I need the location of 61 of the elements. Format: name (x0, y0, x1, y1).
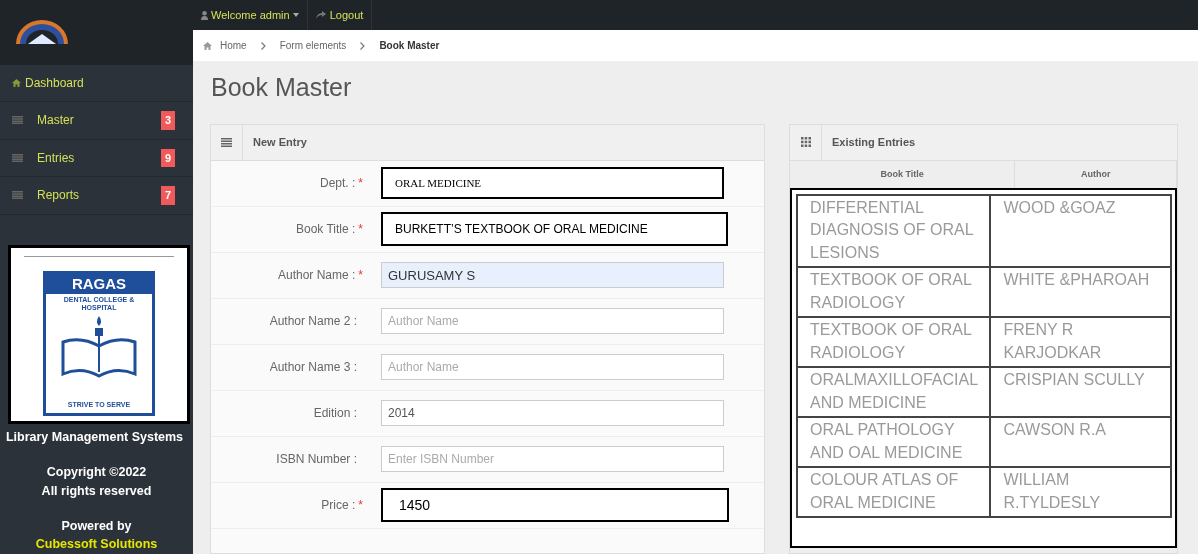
input-field[interactable]: Enter ISBN Number (381, 446, 724, 473)
table-cell: FRENY R KARJODKAR (990, 317, 1171, 368)
share-arrow-icon (315, 11, 326, 20)
vendor-link[interactable]: Cubessoft Solutions (0, 535, 193, 554)
input-field[interactable]: Author Name (381, 354, 724, 381)
sidebar-item[interactable]: Master 3 (0, 102, 193, 140)
input-field[interactable]: 2014 (381, 400, 724, 427)
table-cell: WOOD &GOAZ (990, 195, 1171, 268)
field-label: Author Name 3 : (268, 359, 358, 377)
table-cell: WILLIAM R.TYLDESLY (990, 467, 1171, 518)
field-label: Edition : (312, 405, 358, 423)
table-cell: CRISPIAN SCULLY (990, 367, 1171, 418)
user-icon (201, 10, 208, 20)
chevron-icon (260, 41, 266, 50)
table-cell: TEXTBOOK OF ORAL RADIOLOGY (797, 267, 991, 318)
panel-title: Existing Entries (831, 135, 916, 151)
powered-by-text: Powered by (60, 517, 133, 535)
list-icon (12, 191, 23, 200)
table-cell: COLOUR ATLAS OF ORAL MEDICINE (797, 467, 991, 518)
count-badge: 3 (160, 111, 175, 130)
field-label: Book Title : * (294, 221, 364, 239)
app-name: Library Management Systems (4, 429, 185, 447)
count-badge: 7 (160, 186, 175, 205)
list-icon (221, 138, 232, 147)
logo-icon (14, 18, 70, 47)
field-label: Price : * (320, 497, 364, 515)
sidebar-item[interactable]: Entries 9 (0, 139, 193, 177)
caret-icon (292, 13, 299, 18)
home-icon (12, 78, 21, 87)
table-cell: ORALMAXILLOFACIAL AND MEDICINE (797, 367, 991, 418)
page-title: Book Master (211, 71, 353, 103)
field-label: Dept. : * (318, 175, 364, 193)
breadcrumb-link[interactable]: Form elements (279, 38, 347, 54)
field-label: Author Name 2 : (268, 313, 358, 331)
table-cell: DIFFERENTIAL DIAGNOSIS OF ORAL LESIONS (797, 195, 991, 268)
sidebar-item[interactable]: Reports 7 (0, 177, 193, 215)
column-header: Book Title (790, 161, 1016, 188)
list-icon (12, 153, 23, 162)
input-field[interactable]: Author Name (381, 308, 724, 335)
table-cell: WHITE &PHAROAH (990, 267, 1171, 318)
home-icon (203, 41, 212, 50)
input-field[interactable]: GURUSAMY S (381, 262, 724, 289)
input-field[interactable]: BURKETT’S TEXTBOOK OF ORAL MEDICINE (381, 212, 728, 247)
column-header: Author (1015, 161, 1177, 188)
field-label: Author Name : * (276, 267, 364, 285)
chevron-icon (360, 41, 366, 50)
logo-name: RAGAS (46, 273, 152, 294)
table-cell: CAWSON R.A (990, 417, 1171, 468)
table-cell: ORAL PATHOLOGY AND OAL MEDICINE (797, 417, 991, 468)
list-icon (12, 116, 23, 125)
table-cell: TEXTBOOK OF ORAL RADIOLOGY (797, 317, 991, 368)
count-badge: 9 (160, 148, 175, 167)
breadcrumb-current: Book Master (379, 39, 440, 54)
panel-title: New Entry (252, 135, 307, 151)
field-label: ISBN Number : (275, 451, 358, 469)
input-field[interactable]: 1450 (381, 488, 729, 523)
input-field[interactable]: ORAL MEDICINE (381, 167, 724, 200)
grid-icon (800, 137, 811, 148)
copyright-text: All rights reserved (40, 482, 153, 500)
copyright-text: Copyright ©2022 (45, 464, 148, 481)
breadcrumb-link[interactable]: Home (220, 38, 247, 54)
